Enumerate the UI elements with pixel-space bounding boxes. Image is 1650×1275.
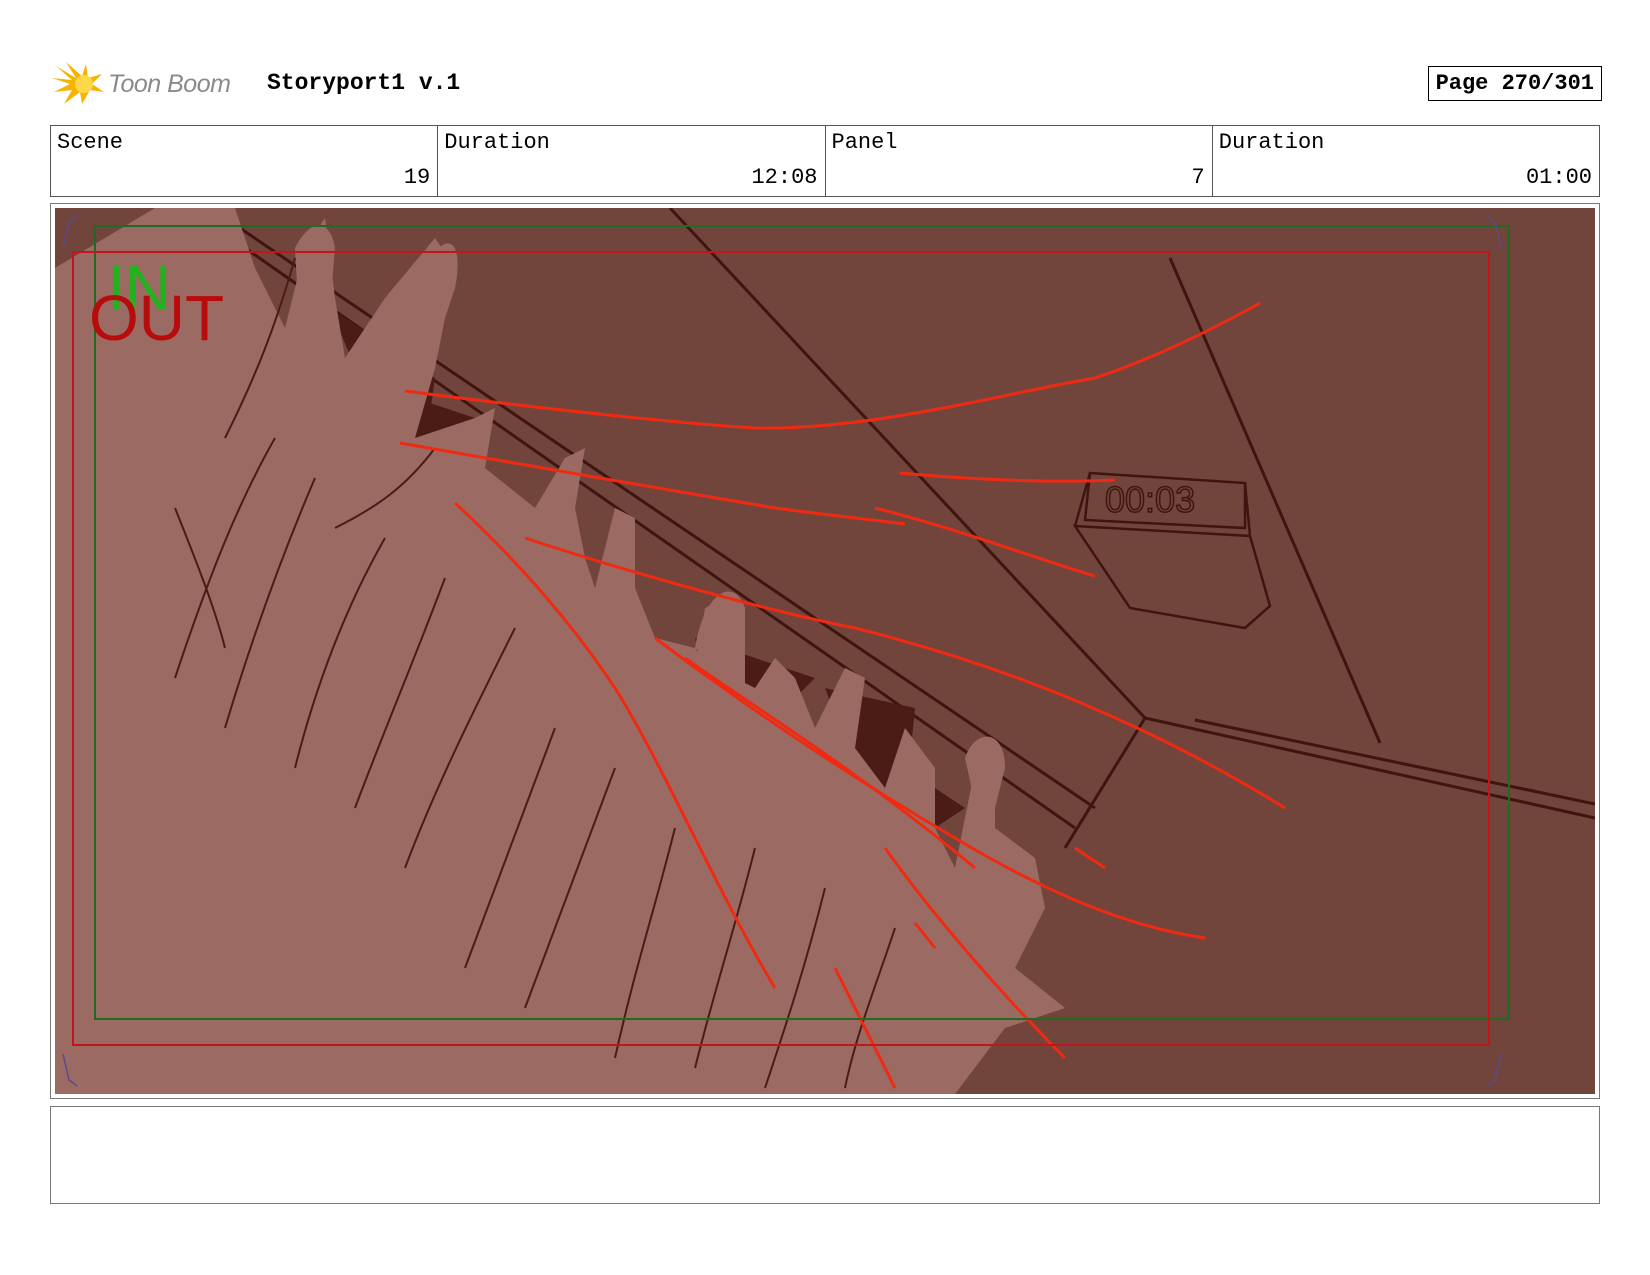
- panel-label: Panel: [831, 130, 898, 155]
- scene-duration-value: 12:08: [751, 165, 818, 190]
- panel-info-table: Scene 19 Duration 12:08 Panel 7 Duration…: [50, 125, 1600, 197]
- starburst-icon: [52, 62, 104, 104]
- scene-duration-label: Duration: [444, 130, 550, 155]
- project-title: Storyport1 v.1: [267, 70, 461, 96]
- scene-duration-cell: Duration 12:08: [438, 126, 826, 196]
- scene-label: Scene: [57, 130, 124, 155]
- page-header: Toon Boom Storyport1 v.1 Page 270/301: [52, 56, 1602, 112]
- scene-cell: Scene 19: [51, 126, 439, 196]
- logo-wordmark: Toon Boom: [108, 70, 231, 98]
- out-marker: OUT: [89, 282, 224, 354]
- panel-duration-label: Duration: [1218, 130, 1325, 155]
- page-number: Page 270/301: [1427, 66, 1602, 101]
- clock-digits: 00:03: [1105, 479, 1195, 520]
- panel-notes: [50, 1106, 1600, 1204]
- panel-cell: Panel 7: [826, 126, 1213, 196]
- panel-duration-cell: Duration 01:00: [1213, 126, 1599, 196]
- storyboard-panel: 00:03 IN OUT: [50, 203, 1600, 1099]
- panel-artwork: 00:03 IN OUT: [55, 208, 1595, 1094]
- panel-value: 7: [1191, 165, 1205, 190]
- toon-boom-logo: Toon Boom: [52, 60, 252, 108]
- panel-duration-value: 01:00: [1525, 165, 1592, 190]
- scene-value: 19: [403, 165, 431, 190]
